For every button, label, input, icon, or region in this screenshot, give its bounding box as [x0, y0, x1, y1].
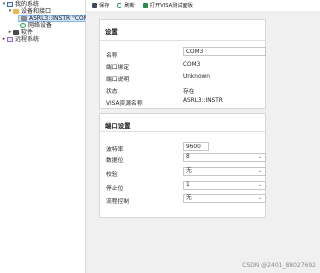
flow-control-label: 流程控制	[106, 199, 130, 205]
computer-icon	[7, 2, 13, 7]
settings-divider	[100, 40, 265, 41]
baud-rate-label: 波特率	[106, 147, 124, 153]
chevron-down-icon: ⌄	[257, 154, 262, 160]
settings-title: 设置	[105, 28, 118, 36]
status-label: 状态	[106, 89, 118, 95]
port-binding-value: COM3	[183, 62, 201, 68]
port-binding-label: 端口绑定	[106, 65, 130, 71]
folder-icon	[13, 9, 19, 14]
parity-value: 无	[186, 168, 192, 174]
refresh-button[interactable]: 刷新	[115, 1, 136, 10]
serial-port-icon	[21, 16, 27, 21]
tree-item-label: 设备和接口	[21, 8, 52, 15]
flow-control-value: 无	[186, 195, 192, 201]
navigation-tree: ▾ 我的系统 ▾ 设备和接口 ASRL3::INSTR "COM3" 网络设备 …	[0, 0, 99, 273]
software-icon	[13, 30, 19, 35]
flow-control-select[interactable]: 无 ⌄	[183, 194, 266, 203]
watermark: CSDN @2401_88027692	[242, 262, 316, 269]
chevron-down-icon: ⌄	[257, 168, 262, 174]
settings-panel: 设置 名称 端口绑定 COM3 端口说明 Unknown 状态 存在 VISA资…	[99, 19, 266, 109]
content-area: 设置 名称 端口绑定 COM3 端口说明 Unknown 状态 存在 VISA资…	[86, 11, 320, 273]
chevron-down-icon: ⌄	[257, 182, 262, 188]
port-description-label: 端口说明	[106, 77, 130, 83]
data-bits-select[interactable]: 8 ⌄	[183, 153, 266, 162]
port-settings-panel: 端口设置 波特率 数据位 8 ⌄ 校验 无 ⌄ 停止位 1 ⌄ 流程控制 无 ⌄	[99, 113, 266, 218]
tree-item-devices[interactable]: ▾ 设备和接口	[7, 8, 51, 15]
toolbar: 保存 刷新 打开VISA测试面板	[86, 0, 320, 11]
open-visa-test-panel-button[interactable]: 打开VISA测试面板	[141, 1, 195, 10]
name-field[interactable]	[183, 47, 266, 56]
port-settings-divider	[100, 131, 265, 132]
baud-rate-field[interactable]	[183, 142, 209, 151]
network-icon	[20, 23, 26, 28]
tree-item-label: 远程系统	[15, 36, 40, 43]
visa-resource-name-value: ASRL3::INSTR	[183, 98, 223, 104]
stop-bits-select[interactable]: 1 ⌄	[183, 181, 266, 190]
open-visa-test-panel-label: 打开VISA测试面板	[149, 3, 193, 9]
save-label: 保存	[99, 3, 110, 9]
tree-item-label: 软件	[21, 29, 34, 36]
tree-item-software[interactable]: ▸ 软件	[7, 29, 33, 36]
data-bits-label: 数据位	[106, 158, 124, 164]
save-icon	[92, 3, 97, 8]
tree-item-label: 我的系统	[15, 1, 40, 8]
stop-bits-value: 1	[186, 182, 190, 188]
test-panel-icon	[142, 3, 148, 8]
chevron-down-icon: ⌄	[257, 195, 262, 201]
refresh-label: 刷新	[124, 3, 135, 9]
data-bits-value: 8	[186, 154, 190, 160]
name-label: 名称	[106, 53, 118, 59]
tree-item-my-system[interactable]: ▾ 我的系统	[1, 1, 39, 8]
remote-system-icon	[7, 37, 13, 42]
parity-label: 校验	[106, 172, 118, 178]
port-description-value: Unknown	[183, 74, 210, 80]
refresh-icon	[117, 3, 123, 8]
visa-resource-name-label: VISA资源名称	[106, 101, 143, 107]
tree-item-label: 网络设备	[28, 22, 53, 29]
port-settings-title: 端口设置	[105, 122, 131, 130]
status-value: 存在	[183, 89, 195, 95]
tree-item-network[interactable]: 网络设备	[20, 22, 52, 29]
stop-bits-label: 停止位	[106, 186, 124, 192]
save-button[interactable]: 保存	[90, 1, 111, 10]
tree-item-remote[interactable]: ▸ 远程系统	[1, 36, 39, 43]
parity-select[interactable]: 无 ⌄	[183, 167, 266, 176]
